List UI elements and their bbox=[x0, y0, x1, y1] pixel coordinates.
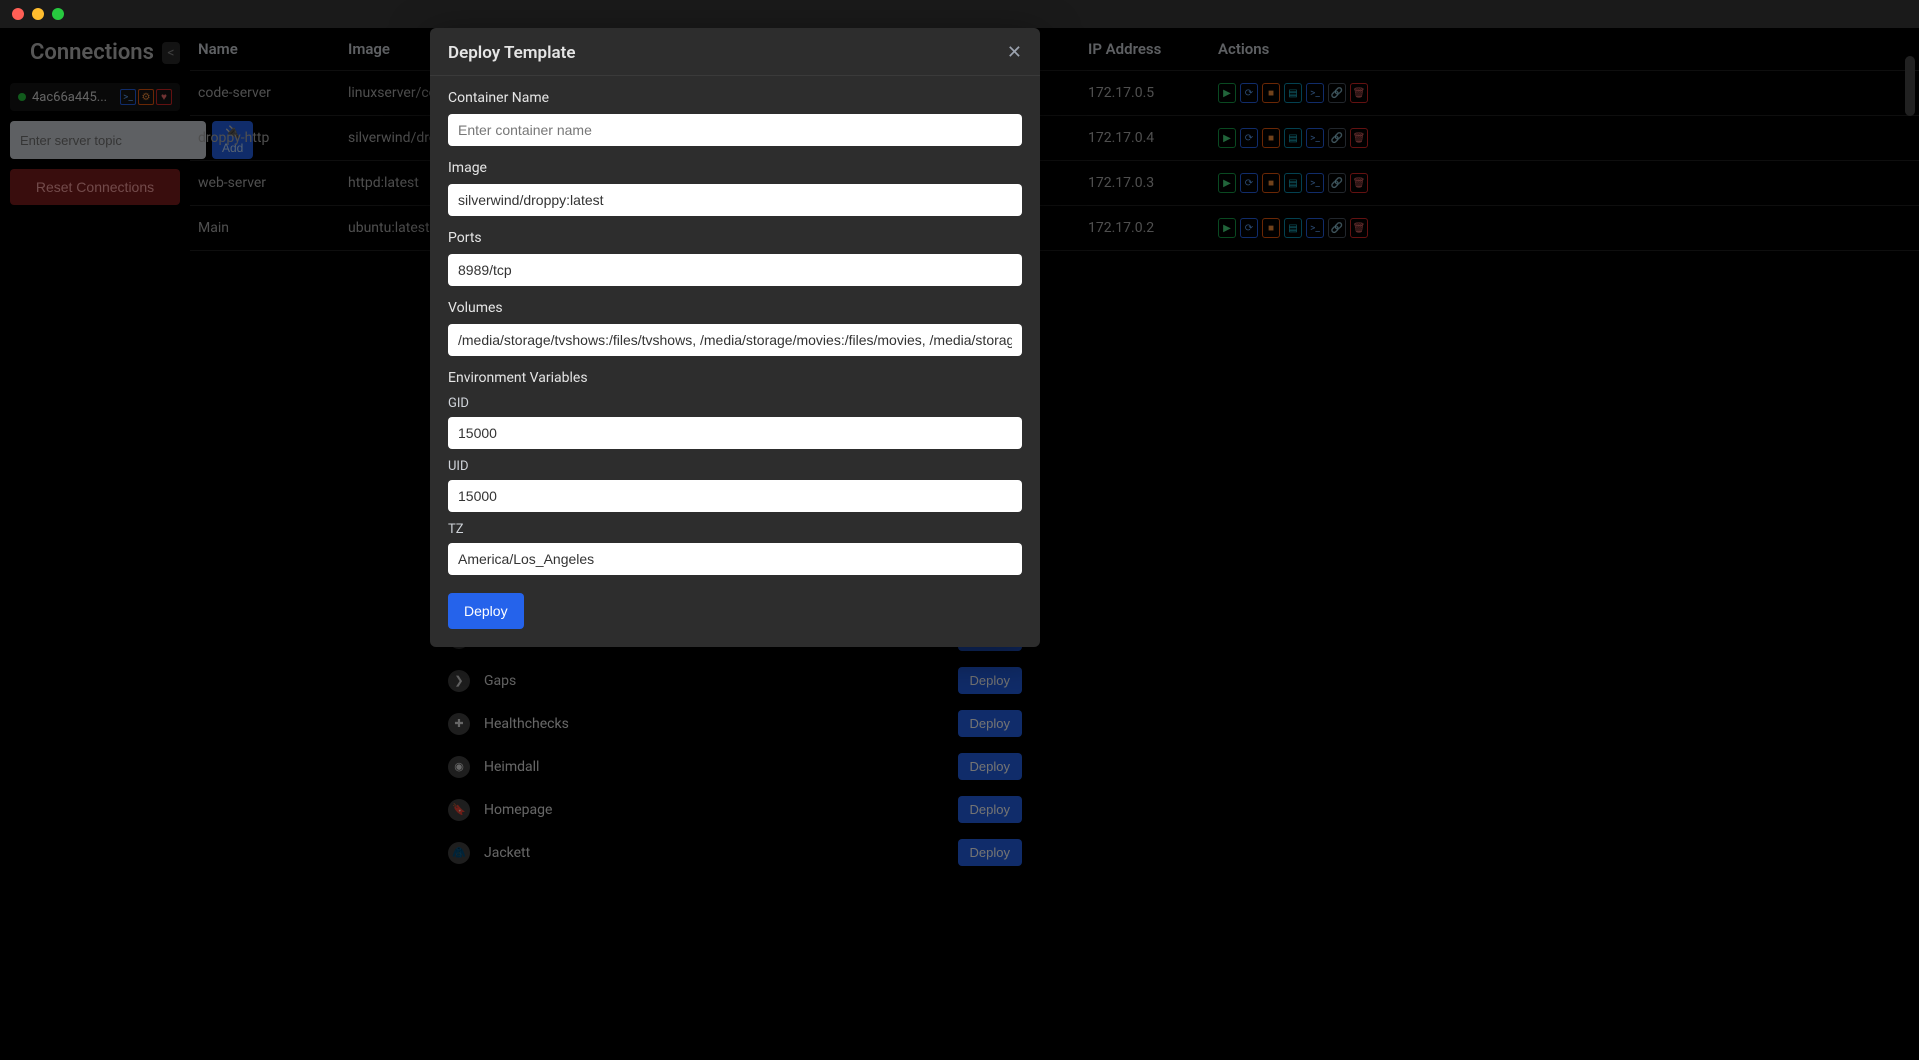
ports-input[interactable] bbox=[448, 254, 1022, 286]
gid-label: GID bbox=[448, 396, 1022, 411]
close-icon[interactable]: ✕ bbox=[1007, 42, 1022, 63]
titlebar bbox=[0, 0, 1919, 28]
uid-input[interactable] bbox=[448, 480, 1022, 512]
window-minimize[interactable] bbox=[32, 8, 44, 20]
deploy-template-modal: Deploy Template ✕ Container Name Image P… bbox=[430, 28, 1040, 647]
window-maximize[interactable] bbox=[52, 8, 64, 20]
image-input[interactable] bbox=[448, 184, 1022, 216]
modal-title: Deploy Template bbox=[448, 43, 576, 63]
image-label: Image bbox=[448, 160, 1022, 176]
volumes-input[interactable] bbox=[448, 324, 1022, 356]
tz-input[interactable] bbox=[448, 543, 1022, 575]
deploy-button[interactable]: Deploy bbox=[448, 593, 524, 629]
tz-label: TZ bbox=[448, 522, 1022, 537]
container-name-label: Container Name bbox=[448, 90, 1022, 106]
uid-label: UID bbox=[448, 459, 1022, 474]
gid-input[interactable] bbox=[448, 417, 1022, 449]
volumes-label: Volumes bbox=[448, 300, 1022, 316]
env-label: Environment Variables bbox=[448, 370, 1022, 386]
container-name-input[interactable] bbox=[448, 114, 1022, 146]
window-close[interactable] bbox=[12, 8, 24, 20]
ports-label: Ports bbox=[448, 230, 1022, 246]
